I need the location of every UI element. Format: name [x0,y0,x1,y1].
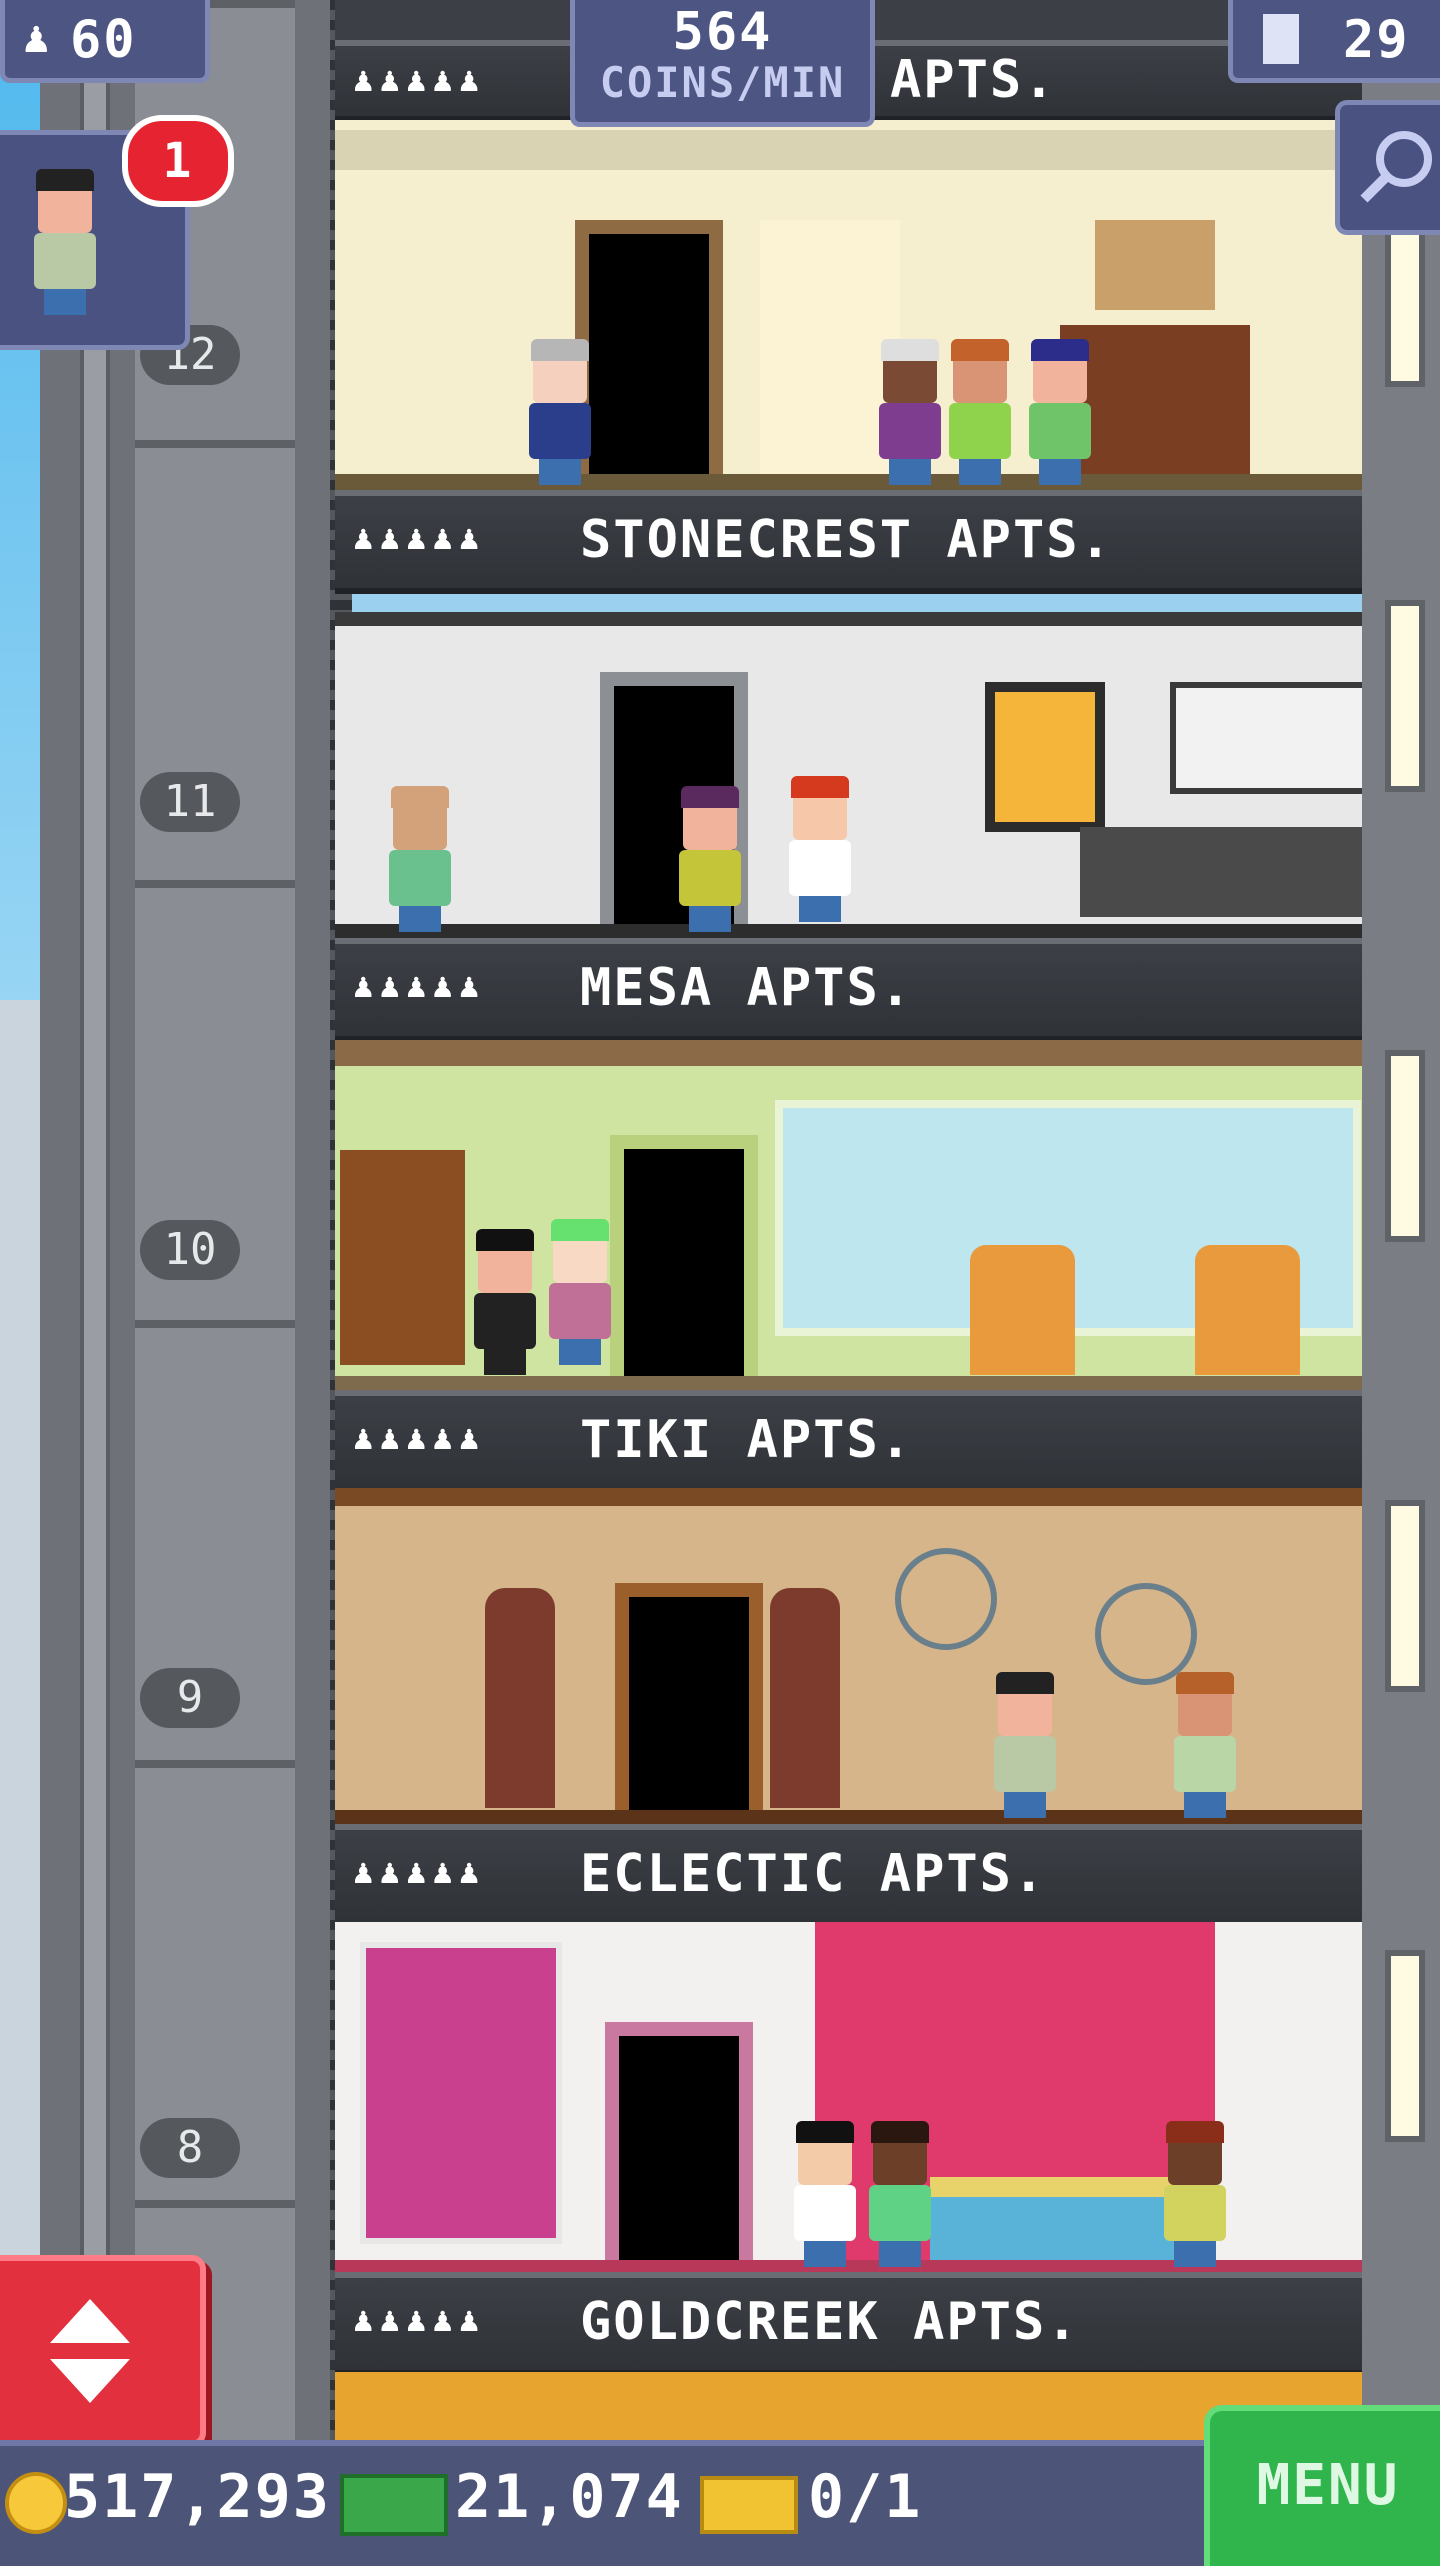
cabinet [1170,682,1362,794]
floor-name: APTS. [890,50,1057,110]
kitchen-counter [1080,827,1362,917]
floor-label-9[interactable]: ♟♟♟♟♟ ECLECTIC APTS. [335,1824,1362,1928]
resident[interactable] [1170,1672,1240,1818]
up-down-arrows-icon [50,2299,130,2403]
shaft-rail-left [80,0,110,2440]
city-building [0,1000,44,2440]
bux-value: 21,074 [455,2462,684,2532]
floor-8-room[interactable] [335,1922,1362,2272]
resident[interactable] [470,1229,540,1375]
resident[interactable] [785,776,855,922]
sofa [930,2177,1175,2272]
stairwell-window [1385,1950,1425,2142]
rating-stars: ♟♟♟♟♟ [353,966,486,1006]
magnifier-icon [1360,131,1432,203]
bird-cage [895,1548,997,1650]
floor-9-room[interactable] [335,1488,1362,1824]
sun-painting [985,682,1105,832]
bird-cage [1095,1583,1197,1685]
floor-label-10[interactable]: ♟♟♟♟♟ TIKI APTS. [335,1390,1362,1494]
coins-per-min: 564 COINS/MIN [570,0,875,127]
floor-name: MESA APTS. [580,958,914,1018]
coin-icon [5,2472,67,2534]
elevator-button[interactable] [0,2255,206,2447]
floor-name: STONECREST APTS. [580,510,1113,570]
ticket-icon [700,2476,798,2534]
resident[interactable] [990,1672,1060,1818]
resident[interactable] [1025,339,1095,485]
tickets-value: 0/1 [808,2462,923,2532]
floor-11-room[interactable] [335,612,1362,938]
rating-stars: ♟♟♟♟♟ [353,1852,486,1892]
stairwell-window [1385,600,1425,792]
floor-name: ECLECTIC APTS. [580,1844,1047,1904]
floor-number-8: 8 [140,2118,240,2178]
floor-counter[interactable]: 29 [1228,0,1440,83]
elevator-door [615,1583,763,1824]
floor-number-11: 11 [140,772,240,832]
population-value: 60 [70,10,137,70]
coins-per-min-unit: COINS/MIN [599,58,846,107]
floor-name: TIKI APTS. [580,1410,914,1470]
rating-stars: ♟♟♟♟♟ [353,2300,486,2340]
floor-count-value: 29 [1343,10,1410,70]
search-button[interactable] [1335,100,1440,235]
resident[interactable] [525,339,595,485]
floor-10-room[interactable] [335,1040,1362,1390]
stairwell-window [1385,1500,1425,1692]
menu-button[interactable]: MENU [1204,2405,1440,2566]
resident[interactable] [790,2121,860,2267]
rating-stars: ♟♟♟♟♟ [353,1418,486,1458]
elevator-door [575,220,723,490]
rating-stars: ♟♟♟♟♟ [353,518,486,558]
person-icon: ♟ [23,12,50,63]
floor-label-12[interactable]: ♟♟♟♟♟ STONECREST APTS. [335,490,1362,594]
elevator-door [610,1135,758,1390]
elevator-door [605,2022,753,2272]
floor-label-8[interactable]: ♟♟♟♟♟ GOLDCREEK APTS. [335,2272,1362,2376]
resident[interactable] [385,786,455,932]
notification-badge: 1 [122,115,234,207]
resident[interactable] [675,786,745,932]
floor-number-9: 9 [140,1668,240,1728]
resident[interactable] [865,2121,935,2267]
floor-label-11[interactable]: ♟♟♟♟♟ MESA APTS. [335,938,1362,1042]
vase-painting [1095,220,1215,310]
tiki-statue [770,1588,840,1808]
resident[interactable] [1160,2121,1230,2267]
building-icon [1263,14,1299,64]
rating-stars: ♟♟♟♟♟ [353,60,486,100]
resident[interactable] [875,339,945,485]
bux-icon [340,2474,448,2536]
abstract-painting [360,1942,562,2244]
resident[interactable] [945,339,1015,485]
armchair [970,1245,1075,1375]
floor-name: GOLDCREEK APTS. [580,2292,1080,2352]
bookshelf [340,1150,465,1365]
armchair [1195,1245,1300,1375]
floor-12-room[interactable] [335,120,1362,490]
visitor-avatar [30,169,100,315]
stairwell-window [1385,1050,1425,1242]
resident[interactable] [545,1219,615,1365]
population-counter[interactable]: ♟ 60 [0,0,210,83]
floor-number-10: 10 [140,1220,240,1280]
tiki-statue [485,1588,555,1808]
coins-value: 517,293 [64,2462,331,2532]
coins-per-min-value: 564 [672,2,773,62]
